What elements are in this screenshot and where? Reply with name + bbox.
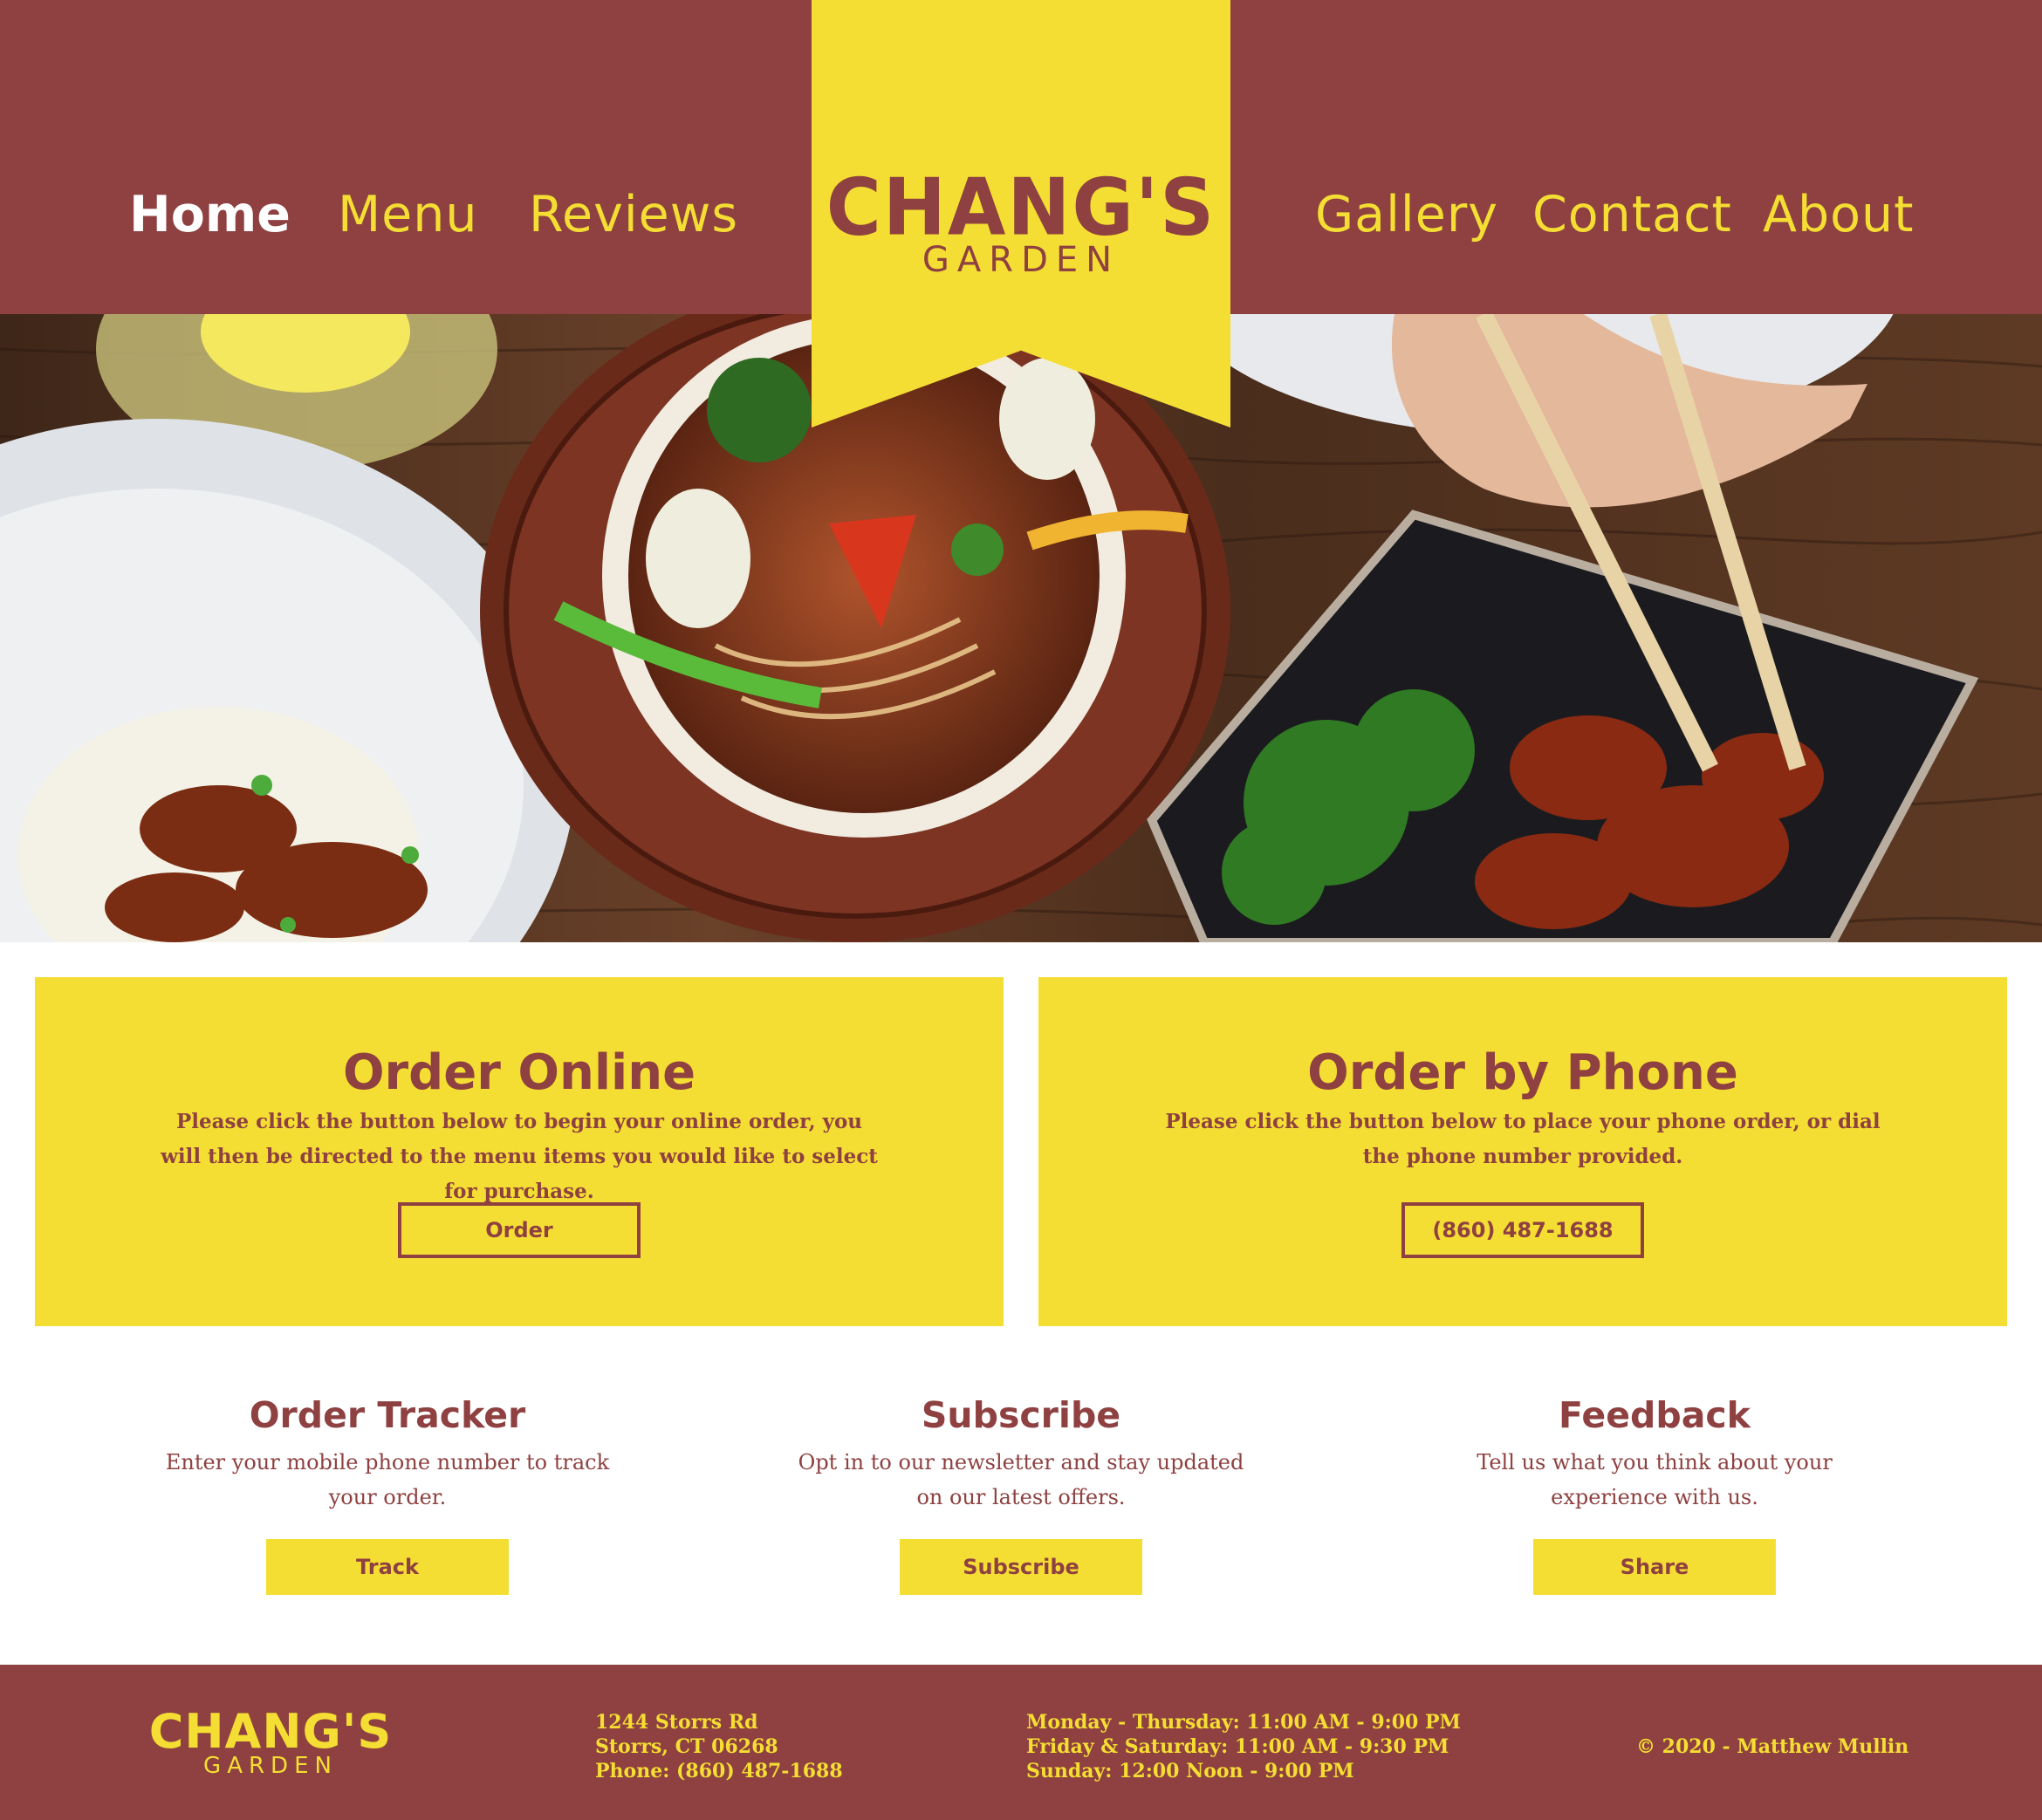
footer-hours-friday-saturday: Friday & Saturday: 11:00 AM - 9:30 PM [1026,1735,1449,1758]
feedback-text: Tell us what you think about your experi… [1477,1450,1833,1509]
order-online-panel: Order Online Please click the button bel… [35,977,1004,1326]
footer-hours: Monday - Thursday: 11:00 AM - 9:00 PM Fr… [1026,1710,1461,1783]
footer-street: 1244 Storrs Rd [595,1711,758,1734]
footer-hours-weekday: Monday - Thursday: 11:00 AM - 9:00 PM [1026,1711,1461,1734]
order-online-title: Order Online [342,1044,696,1101]
nav-gallery[interactable]: Gallery [1315,190,1498,240]
food-photo-illustration [0,314,2042,942]
order-phone-text: Please click the button below to place y… [1165,1110,1881,1168]
nav-about[interactable]: About [1763,190,1915,240]
feedback-title: Feedback [1559,1394,1751,1436]
footer-copyright: © 2020 - Matthew Mullin [1636,1735,1909,1758]
order-phone-panel: Order by Phone Please click the button b… [1038,977,2007,1326]
order-tracker-text: Enter your mobile phone number to track … [165,1450,610,1509]
feedback-widget: Feedback Tell us what you think about yo… [1393,1394,1916,1595]
footer-logo-wordmark[interactable]: CHANG'S [148,1708,393,1755]
order-button[interactable]: Order [398,1202,641,1258]
phone-order-button[interactable]: (860) 487-1688 [1401,1202,1644,1258]
order-phone-title: Order by Phone [1307,1044,1738,1101]
order-tracker-title: Order Tracker [249,1394,526,1436]
hero-food-image [0,314,2042,942]
nav-home[interactable]: Home [129,190,291,240]
order-tracker-widget: Order Tracker Enter your mobile phone nu… [126,1394,649,1595]
subscribe-widget: Subscribe Opt in to our newsletter and s… [759,1394,1283,1595]
subscribe-title: Subscribe [921,1394,1121,1436]
footer-phone[interactable]: Phone: (860) 487-1688 [595,1759,843,1783]
logo-subtitle: GARDEN [922,240,1120,280]
nav-contact[interactable]: Contact [1532,190,1732,240]
track-button[interactable]: Track [266,1539,509,1595]
nav-menu[interactable]: Menu [338,190,478,240]
footer-city: Storrs, CT 06268 [595,1735,778,1758]
share-button[interactable]: Share [1533,1539,1776,1595]
nav-reviews[interactable]: Reviews [529,190,738,240]
footer-hours-sunday: Sunday: 12:00 Noon - 9:00 PM [1026,1760,1354,1782]
site-footer: CHANG'S GARDEN 1244 Storrs Rd Storrs, CT… [0,1665,2042,1820]
footer-logo-subtitle: GARDEN [203,1753,338,1779]
order-online-text: Please click the button below to begin y… [161,1110,878,1203]
footer-address: 1244 Storrs Rd Storrs, CT 06268 Phone: (… [595,1710,843,1783]
subscribe-button[interactable]: Subscribe [900,1539,1142,1595]
subscribe-text: Opt in to our newsletter and stay update… [798,1450,1244,1509]
logo-wordmark: CHANG'S [826,161,1216,254]
